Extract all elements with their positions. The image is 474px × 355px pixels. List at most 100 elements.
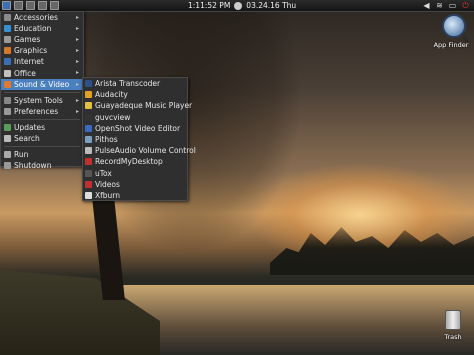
menu-item-label: guvcview [95, 112, 131, 122]
menu-item-label: Office [14, 68, 36, 78]
volume-icon[interactable]: ◀ [422, 1, 431, 10]
menu-item-label: Arista Transcoder [95, 79, 161, 89]
shutdown-icon [4, 162, 11, 170]
sound-video-icon [4, 80, 11, 88]
app-item-videos[interactable]: Videos [83, 179, 187, 190]
menu-item-label: Search [14, 133, 40, 143]
wallpaper-treeline [270, 227, 474, 275]
menu-item-label: Preferences [14, 106, 59, 116]
menu-item-label: Updates [14, 122, 46, 132]
menu-item-label: Guayadeque Music Player [95, 101, 193, 111]
menu-item-label: uTox [95, 168, 112, 178]
panel-clock[interactable]: 1:11:52 PM 03.24.16 Thu [188, 1, 296, 10]
menu-action-run[interactable]: Run [1, 149, 83, 160]
trash-label: Trash [444, 333, 462, 341]
menu-separator [4, 146, 80, 148]
wallpaper-water [120, 285, 474, 355]
menu-category-office[interactable]: Office ▸ [1, 67, 83, 78]
panel-launchers [0, 0, 62, 12]
menu-item-label: System Tools [14, 95, 63, 105]
terminal-icon[interactable] [26, 1, 35, 10]
menu-category-games[interactable]: Games ▸ [1, 34, 83, 45]
app-item-pulseaudio-volume-control[interactable]: PulseAudio Volume Control [83, 145, 196, 156]
trash-icon [445, 310, 461, 330]
menu-action-updates[interactable]: Updates [1, 122, 83, 133]
videos-icon [85, 180, 92, 188]
app-item-openshot-video-editor[interactable]: OpenShot Video Editor [83, 123, 187, 134]
menu-item-label: Games [14, 35, 41, 45]
search-icon [4, 134, 11, 142]
network-icon[interactable]: ≋ [435, 1, 444, 10]
menu-action-search[interactable]: Search [1, 133, 83, 144]
pulseaudio-icon [85, 147, 92, 155]
system-tray: ◀ ≋ ▭ ⏻ [422, 1, 470, 10]
menu-item-label: OpenShot Video Editor [95, 123, 181, 133]
office-icon [4, 69, 11, 77]
menu-category-accessories[interactable]: Accessories ▸ [1, 12, 83, 23]
menu-item-label: Shutdown [14, 161, 52, 171]
app-item-audacity[interactable]: Audacity [83, 89, 187, 100]
submenu-arrow-icon: ▸ [75, 36, 79, 44]
menu-item-label: Accessories [14, 13, 58, 23]
menu-category-sound-and-video[interactable]: Sound & Video ▸ [1, 78, 83, 90]
audacity-icon [85, 91, 92, 99]
menu-item-label: Xfburn [95, 190, 120, 200]
browser-icon[interactable] [38, 1, 47, 10]
clock-time: 1:11:52 PM [188, 1, 231, 10]
guvcview-icon [85, 113, 92, 121]
accessories-icon [4, 14, 11, 22]
updates-icon [4, 123, 11, 131]
run-icon [4, 151, 11, 159]
trash-desktop-icon[interactable]: Trash [440, 310, 466, 341]
menu-separator [4, 91, 80, 93]
magnifier-icon [442, 14, 466, 38]
submenu-arrow-icon: ▸ [75, 14, 79, 21]
app-item-guayadeque-music-player[interactable]: Guayadeque Music Player [83, 100, 192, 111]
pithos-icon [85, 136, 92, 144]
menu-item-label: Audacity [95, 90, 128, 100]
menu-category-system-tools[interactable]: System Tools ▸ [1, 95, 83, 106]
wallpaper-bank [0, 270, 160, 355]
menu-category-preferences[interactable]: Preferences ▸ [1, 106, 83, 117]
openshot-icon [85, 124, 92, 132]
internet-icon [4, 58, 11, 66]
submenu-arrow-icon: ▸ [75, 96, 79, 104]
app-item-pithos[interactable]: Pithos [83, 134, 187, 145]
app-item-recordmydesktop[interactable]: RecordMyDesktop [83, 156, 187, 167]
menu-item-label: Sound & Video [14, 79, 70, 89]
preferences-icon [4, 107, 11, 115]
sound-video-submenu: Arista Transcoder Audacity Guayadeque Musi… [82, 77, 196, 201]
guayadeque-icon [85, 102, 92, 110]
menu-item-label: Pithos [95, 135, 118, 145]
system-tools-icon [4, 96, 11, 104]
menu-item-label: Internet [14, 57, 44, 67]
power-icon[interactable]: ⏻ [461, 1, 470, 10]
menu-item-label: Run [14, 150, 29, 160]
file-manager-icon[interactable] [14, 1, 23, 10]
menu-item-label: Videos [95, 179, 120, 189]
menu-item-label: PulseAudio Volume Control [95, 146, 196, 156]
recordmydesktop-icon [85, 158, 92, 166]
application-menu: Accessories ▸ Education ▸ Games ▸ Graphics ▸ Int… [0, 11, 84, 170]
graphics-icon [4, 47, 11, 55]
app-item-xfburn[interactable]: Xfburn [83, 190, 187, 201]
games-icon [4, 36, 11, 44]
menu-action-shutdown[interactable]: Shutdown [1, 160, 83, 171]
menu-item-label: Education [14, 24, 52, 34]
submenu-arrow-icon: ▸ [75, 25, 79, 33]
files-icon[interactable] [50, 1, 59, 10]
app-item-guvcview[interactable]: guvcview [83, 112, 187, 123]
app-item-utox[interactable]: uTox [83, 168, 187, 179]
menu-icon[interactable] [2, 1, 11, 10]
menu-category-education[interactable]: Education ▸ [1, 23, 83, 34]
app-item-arista-transcoder[interactable]: Arista Transcoder [83, 78, 187, 89]
menu-category-internet[interactable]: Internet ▸ [1, 56, 83, 67]
menu-item-label: Graphics [14, 46, 48, 56]
education-icon [4, 25, 11, 33]
submenu-arrow-icon: ▸ [75, 107, 79, 115]
submenu-arrow-icon: ▸ [75, 69, 79, 77]
menu-category-graphics[interactable]: Graphics ▸ [1, 45, 83, 56]
battery-icon[interactable]: ▭ [448, 1, 457, 10]
submenu-arrow-icon: ▸ [75, 47, 79, 55]
app-finder-desktop-icon[interactable]: App Finder [434, 14, 472, 49]
